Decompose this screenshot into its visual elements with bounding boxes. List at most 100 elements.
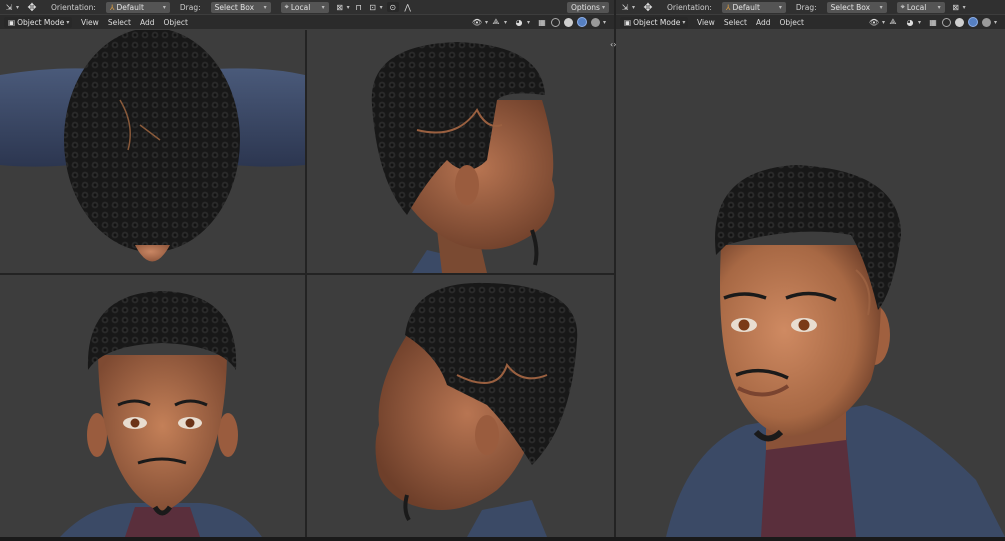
proportional-edit-icon: ⊙ — [386, 2, 399, 12]
solid-shading-icon[interactable] — [954, 17, 964, 27]
chevron-down-icon: ▾ — [962, 3, 966, 11]
viewport-side-view-left[interactable] — [307, 275, 614, 537]
chevron-down-icon: ▾ — [263, 3, 267, 11]
nose-tip — [135, 245, 170, 262]
iris-left — [738, 319, 750, 331]
xray-icon[interactable]: ▦ — [537, 17, 547, 27]
add-menu[interactable]: Add — [140, 18, 155, 27]
iris-right — [798, 319, 810, 331]
pivot-value: Local — [290, 2, 311, 12]
chevron-down-icon: ▾ — [917, 18, 921, 26]
select-menu[interactable]: Select — [724, 18, 747, 27]
status-bar — [0, 537, 1005, 541]
chevron-down-icon: ▾ — [66, 18, 70, 26]
object-mode-dropdown[interactable]: ▣ Object Mode ▾ — [620, 16, 688, 28]
snap-magnet-toggle[interactable]: ⊓ — [354, 2, 364, 12]
transform-gizmo-dropdown[interactable]: ⇲ ▾ — [4, 2, 19, 12]
drag-value: Select Box — [830, 2, 871, 12]
ear — [475, 415, 499, 455]
snap-grid-icon: ⊡ — [369, 2, 376, 12]
chevron-down-icon: ▾ — [503, 18, 507, 26]
ear — [455, 165, 479, 205]
face — [98, 355, 227, 513]
viewport-header: ▣ Object Mode ▾ View Select Add Object 👁… — [616, 15, 1005, 29]
wireframe-shading-icon[interactable] — [941, 17, 951, 27]
proportional-edit-toggle[interactable]: ⊙ — [386, 2, 399, 12]
chevron-down-icon: ▾ — [321, 3, 325, 11]
view-menu[interactable]: View — [697, 18, 715, 27]
visibility-icon[interactable]: 👁 — [869, 17, 879, 27]
select-menu[interactable]: Select — [108, 18, 131, 27]
options-label: Options — [571, 2, 600, 12]
chevron-down-icon: ▾ — [682, 18, 686, 26]
gizmo-icon[interactable]: ⟁ — [491, 17, 501, 27]
rendered-shading-icon[interactable] — [590, 17, 600, 27]
chevron-down-icon: ▾ — [346, 3, 350, 11]
orientation-axis-icon: ⅄ — [725, 2, 731, 12]
orientation-axis-icon: ⅄ — [109, 2, 115, 12]
orientation-label: Orientation: — [51, 2, 96, 12]
magnet-icon: ⊓ — [355, 2, 362, 12]
goatee — [530, 229, 539, 266]
snap-dropdown[interactable]: ⊠ ▾ — [951, 2, 966, 12]
snap-dropdown[interactable]: ⊠ ▾ — [335, 2, 350, 12]
solid-shading-icon[interactable] — [563, 17, 573, 27]
overlays-icon[interactable]: ◕ — [514, 17, 524, 27]
viewport-perspective[interactable] — [616, 30, 1005, 537]
transform-icon: ⇲ — [5, 2, 13, 12]
transform-icon: ⇲ — [621, 2, 629, 12]
falloff-dropdown[interactable]: ⋀ — [403, 2, 413, 12]
object-mode-label: Object Mode — [17, 17, 65, 27]
gizmo-icon[interactable]: ⟁ — [888, 17, 898, 27]
chevron-down-icon: ▾ — [601, 3, 605, 11]
snap-target-dropdown[interactable]: ⊡ ▾ — [368, 2, 383, 12]
chevron-down-icon: ▾ — [16, 3, 20, 11]
move-arrows-icon: ✥ — [643, 0, 653, 14]
xray-icon[interactable]: ▦ — [928, 17, 938, 27]
viewport-header: ▣ Object Mode ▾ View Select Add Object 👁… — [0, 15, 614, 29]
shirt — [761, 435, 856, 537]
chevron-down-icon: ▾ — [993, 18, 997, 26]
object-mode-dropdown[interactable]: ▣ Object Mode ▾ — [4, 16, 72, 28]
drag-dropdown[interactable]: Select Box ▾ — [210, 1, 271, 13]
chevron-down-icon: ▾ — [484, 18, 488, 26]
move-tool-icon[interactable]: ✥ — [27, 0, 37, 14]
pivot-dropdown[interactable]: ⌖ Local ▾ — [280, 1, 329, 13]
viewport-front-view[interactable] — [0, 275, 305, 537]
orientation-value: Default — [732, 2, 760, 12]
add-menu[interactable]: Add — [756, 18, 771, 27]
chevron-down-icon: ▾ — [778, 3, 782, 11]
viewport-side-view-right[interactable] — [307, 30, 614, 273]
pivot-icon: ⌖ — [284, 2, 289, 11]
wireframe-shading-icon[interactable] — [550, 17, 560, 27]
chevron-down-icon: ▾ — [937, 3, 941, 11]
orientation-value: Default — [116, 2, 144, 12]
object-mode-icon: ▣ — [8, 17, 16, 27]
tool-settings-header: ⇲ ▾ ✥ Orientation: ⅄ Default ▾ Drag: Sele… — [0, 0, 614, 14]
chevron-down-icon: ▾ — [526, 18, 530, 26]
head-top — [64, 30, 240, 252]
jacket-collar — [467, 500, 547, 537]
drag-dropdown[interactable]: Select Box ▾ — [826, 1, 887, 13]
snap-icon: ⊠ — [336, 2, 343, 12]
overlays-icon[interactable]: ◕ — [905, 17, 915, 27]
transform-gizmo-dropdown[interactable]: ⇲ ▾ — [620, 2, 635, 12]
orientation-dropdown[interactable]: ⅄ Default ▾ — [721, 1, 786, 13]
object-menu[interactable]: Object — [779, 18, 803, 27]
orientation-dropdown[interactable]: ⅄ Default ▾ — [105, 1, 170, 13]
material-preview-icon[interactable] — [967, 17, 978, 27]
tool-settings-header: ⇲ ▾ ✥ Orientation: ⅄ Default ▾ Drag: Sele… — [616, 0, 1005, 14]
object-menu[interactable]: Object — [163, 18, 187, 27]
rendered-shading-icon[interactable] — [981, 17, 991, 27]
visibility-icon[interactable]: 👁 — [472, 17, 482, 27]
chevron-down-icon: ▾ — [879, 3, 883, 11]
chevron-down-icon: ▾ — [379, 3, 383, 11]
material-preview-icon[interactable] — [576, 17, 587, 27]
move-tool-icon[interactable]: ✥ — [643, 0, 653, 14]
viewport-top-view[interactable] — [0, 30, 305, 273]
options-dropdown[interactable]: Options ▾ — [567, 1, 609, 13]
move-arrows-icon: ✥ — [27, 0, 37, 14]
view-menu[interactable]: View — [81, 18, 99, 27]
iris-right — [185, 418, 195, 428]
pivot-dropdown[interactable]: ⌖ Local ▾ — [896, 1, 945, 13]
